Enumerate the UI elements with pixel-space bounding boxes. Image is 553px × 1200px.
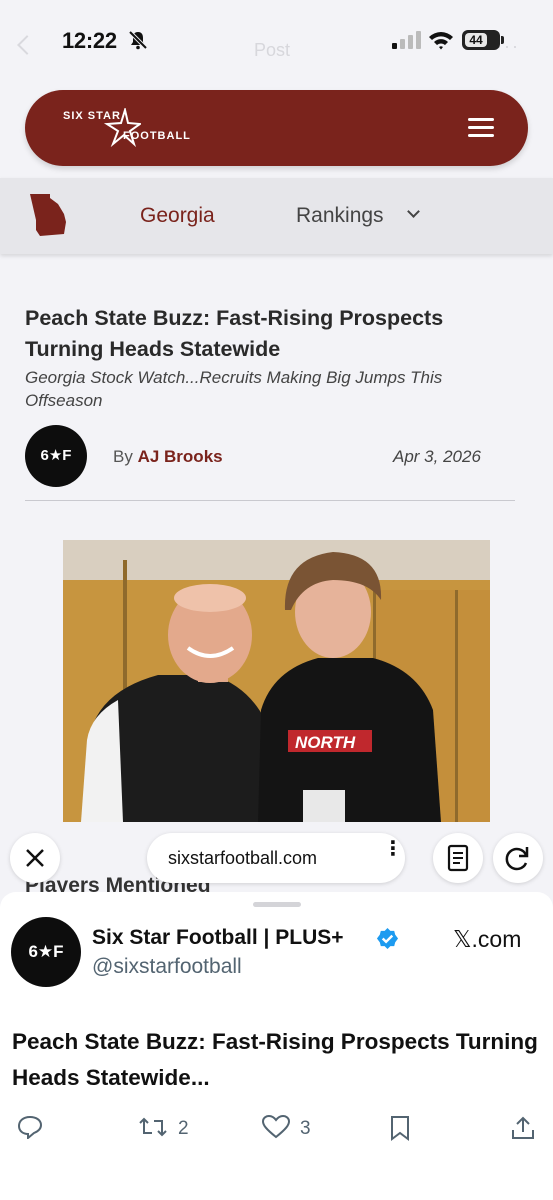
more-icon[interactable]: ⋮ [383, 839, 403, 859]
sheet-grabber[interactable] [253, 902, 301, 907]
retweet-count: 2 [178, 1118, 189, 1139]
bookmark-icon [391, 1116, 409, 1141]
clock: 12:22 [62, 28, 117, 53]
retweet-icon [139, 1117, 167, 1137]
tweet-text: Peach State Buzz: Fast-Rising Prospects … [12, 1029, 538, 1090]
photo-hoodie-text: NORTH [295, 733, 356, 752]
reply-icon [17, 1115, 43, 1139]
close-button[interactable] [10, 833, 60, 883]
byline-prefix: By [113, 447, 133, 466]
share-icon [512, 1116, 534, 1139]
chevron-down-icon[interactable] [407, 205, 420, 218]
nav-georgia[interactable]: Georgia [140, 204, 215, 228]
tweet-sheet: 6★F Six Star Football | PLUS+ @sixstarfo… [0, 892, 553, 1200]
article-photo[interactable]: NORTH [63, 540, 490, 822]
battery-level: 44 [465, 33, 487, 47]
heart-icon [262, 1115, 290, 1139]
tweet-avatar[interactable]: 6★F [11, 917, 81, 987]
reader-icon [447, 844, 469, 872]
cellular-signal-icon [392, 31, 421, 49]
author-link[interactable]: AJ Brooks [138, 447, 223, 466]
star-icon [103, 108, 141, 148]
reload-icon [505, 847, 529, 871]
address-bar[interactable]: sixstarfootball.com ⋮ [147, 833, 405, 883]
hamburger-menu-icon[interactable] [468, 118, 494, 138]
nav-rankings[interactable]: Rankings [296, 204, 384, 228]
georgia-map-icon[interactable] [28, 192, 68, 238]
url-text: sixstarfootball.com [168, 848, 318, 868]
reader-mode-button[interactable] [433, 833, 483, 883]
battery-icon: 44 [462, 30, 500, 50]
back-icon [17, 35, 37, 55]
wifi-icon [429, 32, 453, 50]
battery-tip [501, 36, 504, 44]
divider [25, 500, 515, 501]
bell-muted-icon [128, 30, 148, 50]
byline: By AJ Brooks [113, 447, 223, 467]
account-handle[interactable]: @sixstarfootball [92, 955, 242, 979]
reload-button[interactable] [493, 833, 543, 883]
publish-date: Apr 3, 2026 [393, 447, 481, 466]
status-bar: Post ··· 12:22 44 [0, 0, 553, 80]
section-nav: Georgia Rankings [0, 178, 553, 254]
x-com-link[interactable]: 𝕏.com [453, 926, 521, 953]
account-name[interactable]: Six Star Football | PLUS+ [92, 926, 344, 950]
ghost-page-title: Post [254, 40, 291, 60]
six-star-football-logo[interactable]: SIX STAR FOOTBALL [63, 104, 223, 152]
photo-illustration: NORTH [63, 540, 490, 822]
site-header: SIX STAR FOOTBALL [25, 90, 528, 166]
author-avatar[interactable]: 6★F [25, 425, 87, 487]
like-count: 3 [300, 1118, 311, 1139]
article-subtitle: Georgia Stock Watch...Recruits Making Bi… [25, 368, 443, 410]
article-title: Peach State Buzz: Fast-Rising Prospects … [25, 306, 444, 361]
close-icon [26, 849, 44, 867]
verified-badge-icon [376, 927, 399, 950]
logo-text-bottom: FOOTBALL [123, 130, 191, 142]
